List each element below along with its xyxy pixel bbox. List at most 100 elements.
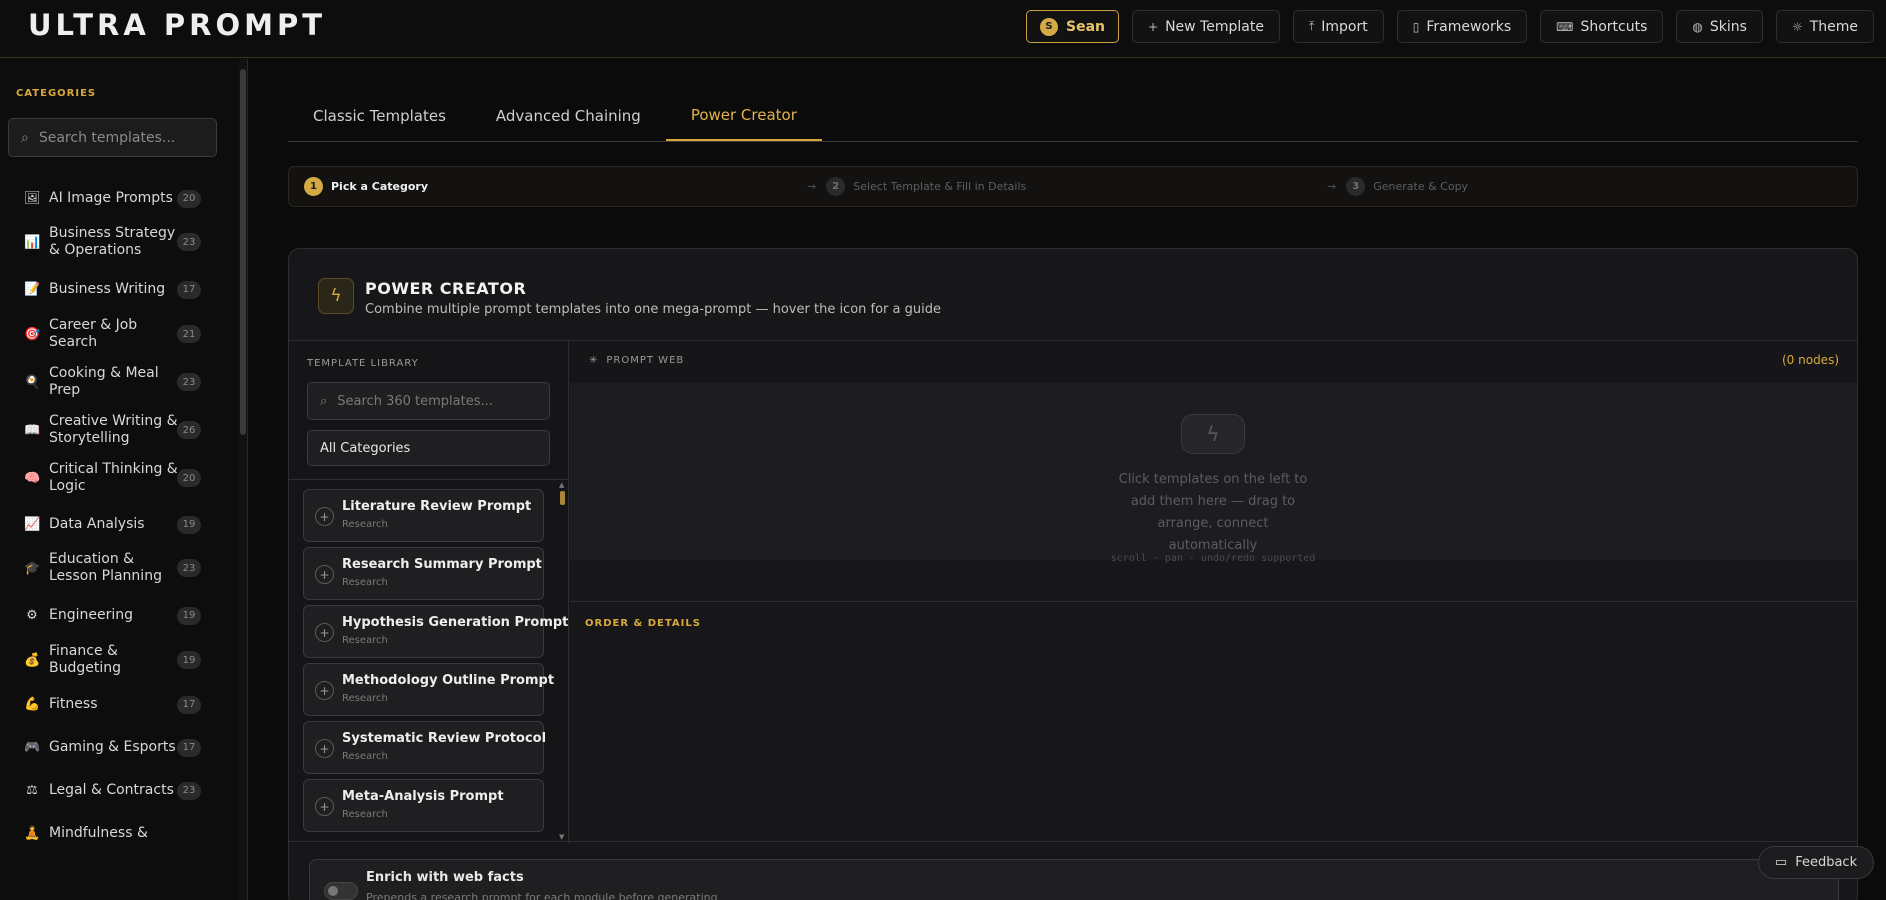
- add-icon[interactable]: +: [315, 797, 334, 816]
- scrollbar-thumb[interactable]: [240, 69, 246, 435]
- sidebar-item-business-writing[interactable]: 📝 Business Writing 17: [0, 274, 238, 305]
- sidebar-item-label: Gaming & Esports: [49, 739, 176, 755]
- enrich-description: Prepends a research prompt for each modu…: [366, 891, 718, 900]
- sidebar-item-cooking[interactable]: 🍳 Cooking & Meal Prep 23: [0, 365, 238, 399]
- skins-label: Skins: [1709, 18, 1747, 35]
- sidebar: CATEGORIES ⌕ Search templates... 🖼 AI Im…: [0, 59, 248, 900]
- library-search-input[interactable]: ⌕ Search 360 templates...: [307, 382, 550, 420]
- count-badge: 23: [177, 559, 201, 577]
- count-badge: 17: [177, 280, 201, 299]
- new-template-label: New Template: [1165, 18, 1264, 35]
- memo-icon: 📝: [24, 282, 41, 297]
- search-icon: ⌕: [320, 393, 328, 409]
- keyboard-icon: ⌨: [1556, 19, 1574, 34]
- sidebar-item-gaming[interactable]: 🎮 Gaming & Esports 17: [0, 732, 238, 763]
- add-icon[interactable]: +: [315, 565, 334, 584]
- step-label: Pick a Category: [331, 180, 428, 193]
- add-icon[interactable]: +: [315, 681, 334, 700]
- arrow-right-icon: →: [807, 180, 817, 193]
- sidebar-item-creative-writing[interactable]: 📖 Creative Writing & Storytelling 26: [0, 413, 238, 447]
- sidebar-item-business-strategy[interactable]: 📊 Business Strategy & Operations 23: [0, 225, 238, 259]
- gamepad-icon: 🎮: [24, 740, 41, 755]
- count-badge: 23: [177, 781, 201, 800]
- sidebar-item-career[interactable]: 🎯 Career & Job Search 21: [0, 317, 238, 351]
- count-badge: 17: [177, 738, 201, 757]
- step-number: 1: [304, 177, 323, 196]
- gear-icon: ⚙: [26, 608, 38, 623]
- prompt-web-bar: ✳ PROMPT WEB (0 nodes): [570, 341, 1857, 383]
- template-item[interactable]: + Methodology Outline Prompt Research: [303, 663, 554, 716]
- scroll-up-icon[interactable]: ▲: [559, 481, 564, 489]
- tab-classic-templates[interactable]: Classic Templates: [288, 90, 471, 141]
- add-icon[interactable]: +: [315, 623, 334, 642]
- app-logo[interactable]: ULTRA PROMPT: [28, 8, 326, 42]
- prompt-web-canvas[interactable]: ✳ PROMPT WEB (0 nodes) ϟ Click templates…: [570, 341, 1857, 564]
- template-name: Research Summary Prompt: [342, 557, 542, 572]
- template-item[interactable]: + Literature Review Prompt Research: [303, 489, 544, 542]
- sidebar-item-critical-thinking[interactable]: 🧠 Critical Thinking & Logic 20: [0, 461, 238, 495]
- sidebar-item-label: AI Image Prompts: [49, 190, 173, 206]
- theme-button[interactable]: ☼ Theme: [1775, 10, 1874, 43]
- enrich-title: Enrich with web facts: [366, 870, 524, 885]
- sidebar-item-label: Career & Job Search: [49, 317, 138, 350]
- template-item[interactable]: + Systematic Review Protocol Research: [303, 721, 546, 774]
- feedback-button[interactable]: ▭ Feedback: [1758, 846, 1874, 879]
- meditation-icon: 🧘: [24, 826, 41, 841]
- sidebar-item-label: Engineering: [49, 607, 133, 623]
- frameworks-button[interactable]: ▯ Frameworks: [1396, 10, 1528, 43]
- upload-icon: ⤒: [1308, 19, 1315, 33]
- user-button[interactable]: S Sean: [1026, 10, 1119, 43]
- tab-advanced-chaining[interactable]: Advanced Chaining: [471, 90, 666, 141]
- scales-icon: ⚖: [26, 783, 38, 798]
- step-2: → 2 Select Template & Fill in Details: [807, 177, 1026, 196]
- sidebar-item-ai-image-prompts[interactable]: 🖼 AI Image Prompts 20: [0, 183, 238, 214]
- add-icon[interactable]: +: [315, 507, 334, 526]
- template-list: + Literature Review Prompt Research + Re…: [303, 489, 568, 837]
- plus-icon: +: [1148, 19, 1159, 34]
- search-icon: ⌕: [21, 129, 29, 146]
- add-icon[interactable]: +: [315, 739, 334, 758]
- template-name: Hypothesis Generation Prompt: [342, 615, 569, 630]
- lightning-icon: ϟ: [1181, 414, 1245, 454]
- template-category: Research: [342, 635, 388, 646]
- theme-label: Theme: [1809, 18, 1858, 35]
- category-select[interactable]: All Categories: [307, 430, 550, 466]
- tab-power-creator[interactable]: Power Creator: [665, 90, 822, 141]
- sidebar-search-input[interactable]: ⌕ Search templates...: [8, 118, 217, 157]
- new-template-button[interactable]: + New Template: [1132, 10, 1280, 43]
- sidebar-item-education[interactable]: 🎓 Education & Lesson Planning 23: [0, 551, 238, 585]
- graduation-cap-icon: 🎓: [24, 560, 41, 576]
- scroll-down-icon[interactable]: ▼: [559, 833, 564, 841]
- skins-button[interactable]: ◍ Skins: [1676, 10, 1763, 43]
- sidebar-item-mindfulness[interactable]: 🧘 Mindfulness &: [0, 818, 238, 849]
- sidebar-item-data-analysis[interactable]: 📈 Data Analysis 19: [0, 509, 238, 540]
- main-tabs: Classic Templates Advanced Chaining Powe…: [288, 90, 1858, 142]
- template-item[interactable]: + Hypothesis Generation Prompt Research: [303, 605, 568, 658]
- enrich-toggle[interactable]: [324, 882, 358, 900]
- template-item[interactable]: + Meta-Analysis Prompt Research: [303, 779, 544, 832]
- library-scrollbar[interactable]: ▲ ▼: [559, 481, 566, 841]
- sidebar-item-label: Fitness: [49, 696, 98, 712]
- flexed-arm-icon: 💪: [24, 697, 41, 712]
- frameworks-label: Frameworks: [1426, 18, 1512, 35]
- category-list: 🖼 AI Image Prompts 20 📊 Business Strateg…: [0, 169, 238, 849]
- step-number: 2: [826, 177, 846, 196]
- sidebar-item-label: Creative Writing & Storytelling: [49, 413, 178, 446]
- count-badge: 23: [177, 233, 201, 251]
- power-creator-title: POWER CREATOR: [365, 279, 527, 298]
- sidebar-scrollbar[interactable]: [239, 59, 247, 900]
- sidebar-item-engineering[interactable]: ⚙ Engineering 19: [0, 600, 238, 631]
- template-category: Research: [342, 751, 388, 762]
- scrollbar-thumb[interactable]: [560, 491, 565, 505]
- order-details-title: ORDER & DETAILS: [585, 618, 701, 629]
- template-item[interactable]: + Research Summary Prompt Research: [303, 547, 544, 600]
- sun-icon: ☼: [1791, 19, 1803, 34]
- sidebar-item-finance[interactable]: 💰 Finance & Budgeting 19: [0, 643, 238, 677]
- lightning-icon[interactable]: ϟ: [318, 278, 354, 314]
- target-icon: 🎯: [24, 326, 41, 342]
- shortcuts-button[interactable]: ⌨ Shortcuts: [1540, 10, 1664, 43]
- import-button[interactable]: ⤒ Import: [1292, 10, 1384, 43]
- sidebar-item-fitness[interactable]: 💪 Fitness 17: [0, 689, 238, 720]
- count-badge: 23: [177, 373, 201, 391]
- sidebar-item-legal[interactable]: ⚖ Legal & Contracts 23: [0, 775, 238, 806]
